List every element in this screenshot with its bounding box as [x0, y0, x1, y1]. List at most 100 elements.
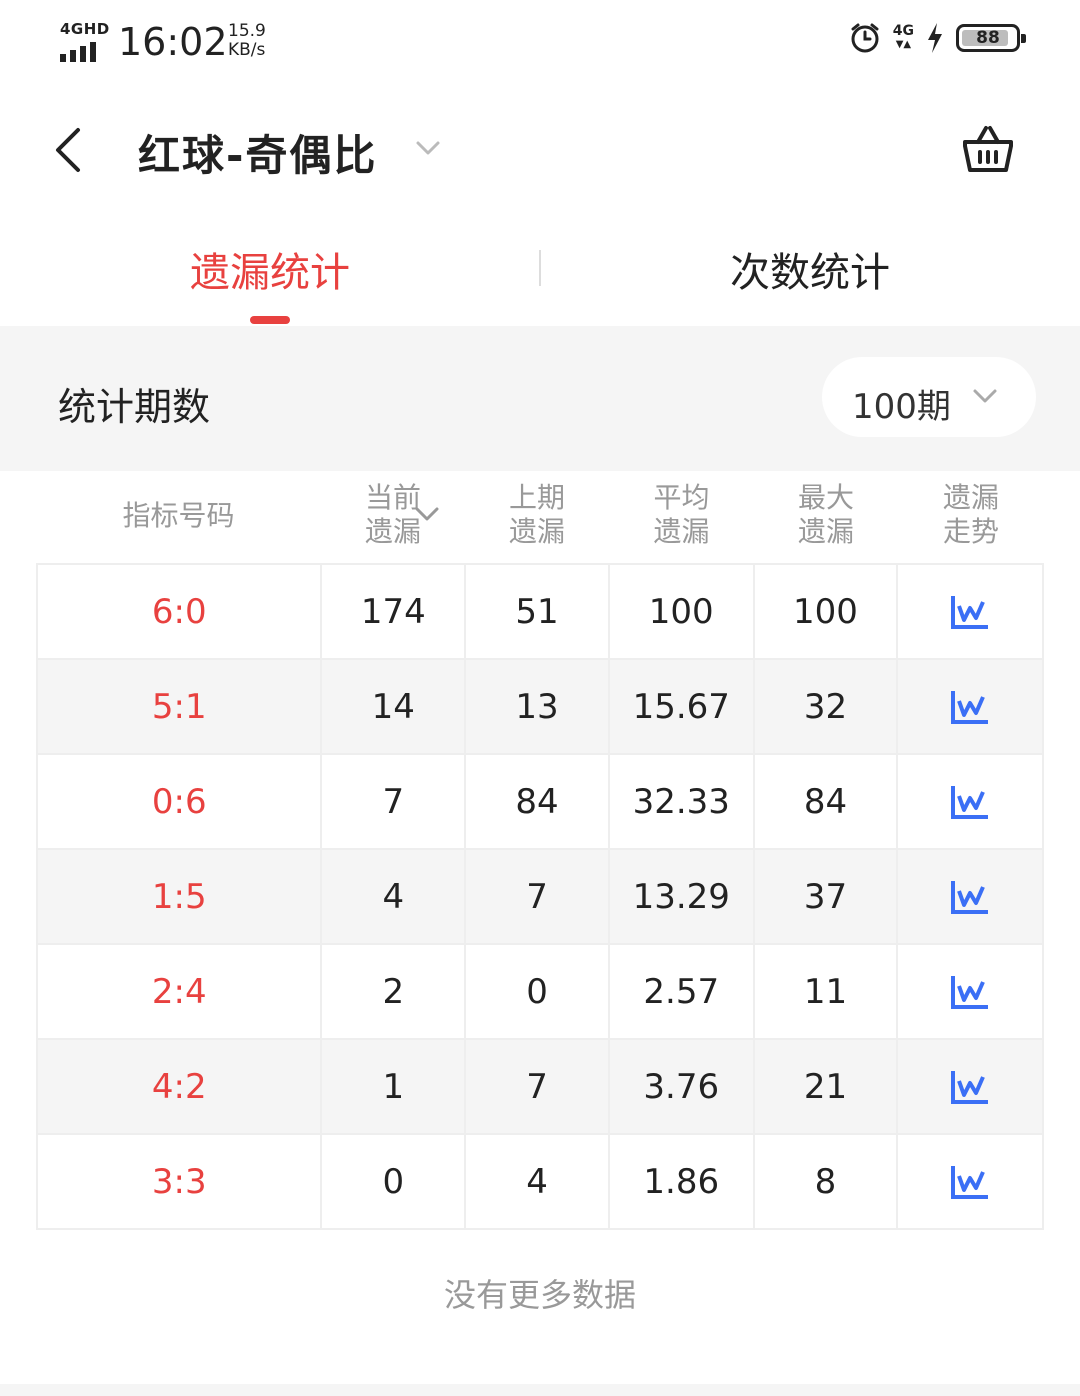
network-4g-icon: 4G ▼▲: [892, 23, 914, 50]
ratio-cell: 6:0: [38, 565, 323, 660]
header-line1: 遗漏: [942, 481, 999, 514]
tab-count-stats[interactable]: 次数统计: [540, 240, 1080, 298]
back-arrow-icon[interactable]: [48, 124, 88, 176]
active-tab-indicator: [250, 316, 290, 324]
period-section: 统计期数 100期: [0, 326, 1080, 471]
last-omission-cell: 4: [466, 1135, 610, 1230]
max-omission-cell: 8: [754, 1135, 899, 1230]
header-line1: 上期: [508, 481, 565, 514]
omission-table: 6:0 174 51 100 100 5:1 14 13 15.67 32 0:…: [36, 563, 1045, 1230]
header-indicator-label: 指标号码: [122, 499, 235, 532]
avg-omission-cell: 1.86: [609, 1135, 755, 1230]
header-current-omission[interactable]: 当前 遗漏: [321, 481, 465, 549]
max-omission-cell: 21: [754, 1040, 899, 1135]
table-row: 5:1 14 13 15.67 32: [38, 660, 1045, 755]
ratio-cell: 1:5: [38, 850, 323, 945]
tab-bar: 遗漏统计 次数统计: [0, 230, 1080, 326]
page-title[interactable]: 红球-奇偶比: [138, 122, 377, 183]
tab-omission-stats[interactable]: 遗漏统计: [0, 240, 540, 298]
avg-omission-cell: 15.67: [609, 660, 755, 755]
header-indicator: 指标号码: [36, 499, 321, 533]
signal-bars-icon: [60, 42, 96, 62]
avg-omission-cell: 3.76: [609, 1040, 755, 1135]
header-line2: 走势: [942, 515, 999, 548]
avg-omission-cell: 100: [609, 565, 755, 660]
trend-button[interactable]: [898, 850, 1045, 945]
speed-value: 15.9: [228, 21, 266, 41]
trend-chart-icon: [951, 975, 989, 1009]
max-omission-cell: 100: [754, 565, 899, 660]
trend-chart-icon: [951, 1165, 989, 1199]
trend-button[interactable]: [898, 660, 1045, 755]
table-row: 1:5 4 7 13.29 37: [38, 850, 1045, 945]
chevron-down-icon[interactable]: [414, 138, 442, 158]
ratio-cell: 5:1: [38, 660, 323, 755]
basket-icon[interactable]: [960, 122, 1016, 176]
current-omission-cell: 0: [322, 1135, 467, 1230]
network-4g-label: 4G: [892, 23, 914, 39]
period-dropdown[interactable]: 100期: [822, 357, 1036, 437]
trend-button[interactable]: [898, 1135, 1045, 1230]
trend-chart-icon: [951, 595, 989, 629]
trend-button[interactable]: [898, 945, 1045, 1040]
table-row: 4:2 1 7 3.76 21: [38, 1040, 1045, 1135]
header-line1: 平均: [653, 481, 710, 514]
alarm-icon: [851, 23, 879, 53]
current-omission-cell: 7: [322, 755, 467, 850]
network-indicator: 4GHD: [60, 20, 110, 62]
header-line2: 遗漏: [508, 515, 565, 548]
ratio-cell: 0:6: [38, 755, 323, 850]
ratio-cell: 3:3: [38, 1135, 323, 1230]
sort-chevron-icon[interactable]: [414, 505, 440, 523]
speed-unit: KB/s: [228, 40, 266, 60]
trend-chart-icon: [951, 690, 989, 724]
header-line2: 遗漏: [653, 515, 710, 548]
bolt-icon: [928, 23, 942, 53]
last-omission-cell: 0: [466, 945, 610, 1040]
header-omission-trend: 遗漏 走势: [898, 481, 1044, 549]
current-omission-cell: 1: [322, 1040, 467, 1135]
chevron-down-icon: [973, 389, 997, 403]
header-line1: 当前: [364, 481, 421, 514]
status-time: 16:02: [118, 20, 228, 64]
battery-icon: 88: [956, 24, 1026, 52]
max-omission-cell: 11: [754, 945, 899, 1040]
header-max-omission: 最大 遗漏: [754, 481, 898, 549]
current-omission-cell: 2: [322, 945, 467, 1040]
trend-chart-icon: [951, 1070, 989, 1104]
trend-button[interactable]: [898, 755, 1045, 850]
table-row: 6:0 174 51 100 100: [38, 565, 1045, 660]
max-omission-cell: 32: [754, 660, 899, 755]
trend-button[interactable]: [898, 565, 1045, 660]
trend-chart-icon: [951, 785, 989, 819]
status-icons: 4G ▼▲ 88: [849, 22, 1026, 54]
table-row: 0:6 7 84 32.33 84: [38, 755, 1045, 850]
current-omission-cell: 14: [322, 660, 467, 755]
max-omission-cell: 84: [754, 755, 899, 850]
header-line1: 最大: [797, 481, 854, 514]
avg-omission-cell: 2.57: [609, 945, 755, 1040]
period-value: 100期: [852, 387, 951, 427]
max-omission-cell: 37: [754, 850, 899, 945]
header-last-omission: 上期 遗漏: [465, 481, 609, 549]
ratio-cell: 2:4: [38, 945, 323, 1040]
header-avg-omission: 平均 遗漏: [609, 481, 754, 549]
trend-button[interactable]: [898, 1040, 1045, 1135]
table-header: 指标号码 当前 遗漏 上期 遗漏 平均 遗漏 最大 遗漏 遗漏 走势: [36, 471, 1044, 563]
last-omission-cell: 13: [466, 660, 610, 755]
last-omission-cell: 7: [466, 1040, 610, 1135]
status-bar: 4GHD 16:02 15.9 KB/s 4G ▼▲ 88: [0, 0, 1080, 90]
avg-omission-cell: 13.29: [609, 850, 755, 945]
current-omission-cell: 4: [322, 850, 467, 945]
header-line2: 遗漏: [364, 515, 421, 548]
current-omission-cell: 174: [322, 565, 467, 660]
table-row: 2:4 2 0 2.57 11: [38, 945, 1045, 1040]
last-omission-cell: 51: [466, 565, 610, 660]
trend-chart-icon: [951, 880, 989, 914]
header-line2: 遗漏: [797, 515, 854, 548]
network-type: 4GHD: [60, 20, 110, 38]
avg-omission-cell: 32.33: [609, 755, 755, 850]
no-more-data-text: 没有更多数据: [443, 1276, 636, 1314]
period-label: 统计期数: [58, 385, 211, 429]
battery-level: 88: [976, 28, 1000, 48]
